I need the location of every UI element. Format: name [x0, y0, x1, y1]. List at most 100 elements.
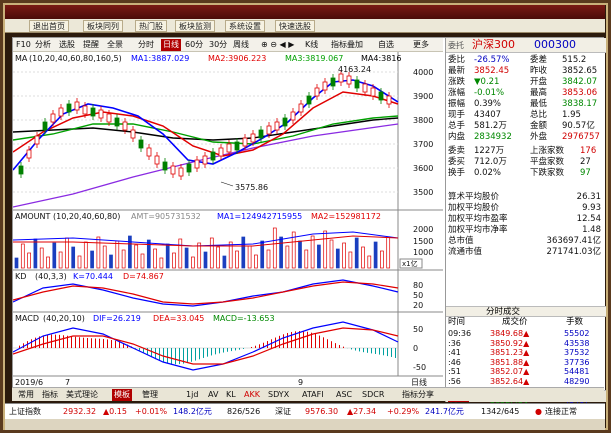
- menu-item-hot-stocks[interactable]: 热门股: [135, 20, 167, 32]
- amount-bar: [241, 236, 246, 269]
- menu-item-exit-home[interactable]: 退出首页: [29, 20, 69, 32]
- menu-item-quick-select[interactable]: 快速选股: [275, 20, 315, 32]
- tab-template[interactable]: 模板: [112, 389, 132, 401]
- period-60min[interactable]: 60分: [185, 39, 203, 51]
- period-daily[interactable]: 日线: [161, 39, 181, 51]
- tab-atafi[interactable]: ATAFI: [302, 389, 324, 401]
- tab-asc[interactable]: ASC: [336, 389, 352, 401]
- tab-sdcr[interactable]: SDCR: [362, 389, 384, 401]
- menu-item-sector-monitor[interactable]: 板块监测: [175, 20, 215, 32]
- quote-label: 平盘家数: [530, 157, 565, 167]
- candle-body: [146, 147, 152, 157]
- price-tick: 4000: [413, 68, 433, 77]
- candle-body: [74, 101, 80, 111]
- amount-tick: 1500: [413, 237, 433, 246]
- tab-indicators[interactable]: 指标: [42, 389, 58, 401]
- tab-sdyx[interactable]: SDYX: [268, 389, 289, 401]
- status-bar: [5, 419, 605, 430]
- trades-col-volume: 手数: [566, 317, 584, 327]
- menu-bar: 退出首页 板块同列 热门股 板块监测 系统设置 快速选股: [5, 19, 605, 33]
- chart-area[interactable]: MA (10,20,40,60,80,160,5) MA1:3887.029 M…: [12, 52, 443, 388]
- macd-bar: [331, 341, 332, 348]
- quote-value: 97: [580, 168, 591, 178]
- quote-value: 3852.65: [562, 66, 598, 76]
- stock-select-button[interactable]: 选股: [59, 39, 75, 51]
- amount-bar: [266, 249, 271, 269]
- period-intraday[interactable]: 分时: [138, 39, 154, 51]
- amount-bar: [323, 230, 328, 269]
- tab-manage[interactable]: 管理: [142, 389, 158, 401]
- macd-bar: [99, 338, 100, 348]
- quote-label: 委差: [530, 55, 548, 65]
- ma2-legend: MA2:3906.223: [208, 54, 266, 63]
- stat-label: 加权平均市盈率: [448, 214, 508, 224]
- stat-label: 加权平均股价: [448, 203, 500, 213]
- macd-bar: [355, 348, 356, 351]
- menu-item-sector-list[interactable]: 板块同列: [83, 20, 123, 32]
- tab-common[interactable]: 常用: [18, 389, 34, 401]
- tab-1jd[interactable]: 1jd: [186, 389, 198, 401]
- quote-value: 1.95: [562, 110, 581, 120]
- macd-bar: [339, 344, 340, 348]
- candle-body: [170, 165, 176, 175]
- amount-bar: [342, 242, 346, 269]
- tab-av[interactable]: AV: [208, 389, 218, 401]
- candle-body: [122, 121, 128, 131]
- amount-bar: [361, 246, 365, 269]
- ticker-change-2: ▲27.34: [347, 407, 377, 416]
- macd-title: MACD: [15, 314, 39, 323]
- ma3-legend: MA3:3819.067: [285, 54, 343, 63]
- quote-value: -0.01%: [474, 88, 505, 98]
- amount-bar: [184, 247, 189, 269]
- macd-tick: 50: [413, 325, 423, 334]
- indicator-overlay-button[interactable]: 指标叠加: [331, 39, 363, 51]
- macd-bar: [179, 348, 180, 365]
- trades-col-time: 时间: [448, 317, 466, 327]
- tab-indicator-share[interactable]: 指标分享: [402, 389, 434, 401]
- ticker-amount-2: 241.7亿元: [425, 407, 464, 416]
- analysis-button[interactable]: 分析: [35, 39, 51, 51]
- amount-bar: [83, 241, 88, 269]
- tab-kl[interactable]: KL: [226, 389, 236, 401]
- more-button[interactable]: 更多: [413, 39, 429, 51]
- menu-item-settings[interactable]: 系统设置: [225, 20, 265, 32]
- macd-value: MACD=-13.653: [213, 314, 275, 323]
- macd-bar: [95, 338, 96, 348]
- zoom-icons[interactable]: ⊕ ⊖ ◀ ▶: [261, 39, 294, 51]
- period-30min[interactable]: 30分: [209, 39, 227, 51]
- macd-bar: [171, 348, 172, 364]
- quote-label: 总比: [530, 110, 548, 120]
- amount-bar: [380, 250, 384, 269]
- amount-bar: [39, 247, 44, 269]
- amount-bar: [115, 240, 120, 269]
- period-weekly[interactable]: 周线: [233, 39, 249, 51]
- quote-panel: 委托 沪深300 000300 委比 -26.57% 委差 515.2 最新 3852.4…: [445, 38, 606, 405]
- tab-akk[interactable]: AKK: [244, 389, 260, 401]
- macd-bar: [239, 348, 240, 350]
- candle-body: [354, 79, 360, 89]
- quote-value: 3852.45: [474, 66, 510, 76]
- macd-bar: [299, 331, 300, 348]
- candle-body: [210, 151, 216, 161]
- tab-us-theory[interactable]: 美式理论: [66, 389, 98, 401]
- quote-value: 2976757: [562, 132, 600, 142]
- panorama-button[interactable]: 全景: [107, 39, 123, 51]
- macd-bar: [363, 348, 364, 353]
- macd-bar: [235, 348, 236, 351]
- trades-columns: 时间 成交价 手数: [446, 317, 606, 328]
- alert-button[interactable]: 提醒: [83, 39, 99, 51]
- custom-button[interactable]: 自选: [378, 39, 394, 51]
- macd-tick: 0: [413, 344, 418, 353]
- f10-button[interactable]: F10: [16, 39, 31, 51]
- candle-body: [298, 103, 304, 113]
- kline-chart-svg[interactable]: MA (10,20,40,60,80,160,5) MA1:3887.029 M…: [12, 52, 443, 388]
- macd-bar: [119, 341, 120, 348]
- macd-bar: [207, 348, 208, 357]
- macd-bar: [115, 340, 116, 348]
- stat-label: 加权平均市净率: [448, 225, 508, 235]
- amount-bar: [216, 246, 220, 269]
- kline-button[interactable]: K线: [305, 39, 318, 51]
- trades-col-price: 成交价: [502, 317, 528, 327]
- macd-bar: [391, 348, 392, 357]
- macd-bar: [63, 335, 64, 348]
